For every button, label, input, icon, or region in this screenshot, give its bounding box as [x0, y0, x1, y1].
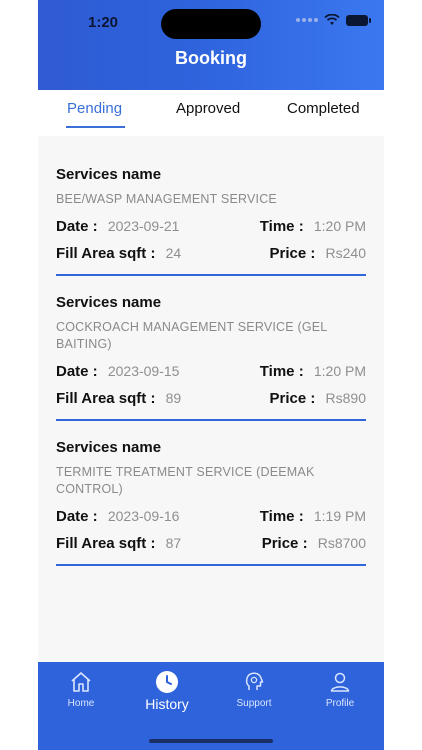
- bottom-tab-bar: Home History Support Profile: [38, 662, 384, 750]
- clock-icon: [156, 671, 178, 693]
- booking-card[interactable]: Services name BEE/WASP MANAGEMENT SERVIC…: [56, 166, 366, 276]
- nav-history[interactable]: History: [127, 670, 207, 712]
- service-name: COCKROACH MANAGEMENT SERVICE (GEL BAITIN…: [56, 320, 327, 351]
- signal-icon: [296, 18, 318, 22]
- home-indicator: [149, 739, 273, 743]
- price-value: Rs890: [325, 390, 366, 406]
- services-name-label: Services name: [56, 439, 162, 456]
- tab-approved[interactable]: Approved: [176, 100, 240, 117]
- nav-home[interactable]: Home: [41, 670, 121, 709]
- price-label: Price :: [269, 390, 320, 407]
- date-label: Date :: [56, 363, 102, 380]
- area-label: Fill Area sqft :: [56, 245, 160, 262]
- date-value: 2023-09-21: [107, 218, 180, 234]
- date-value: 2023-09-16: [107, 508, 180, 524]
- services-name-label: Services name: [56, 294, 162, 311]
- date-label: Date :: [56, 508, 102, 525]
- profile-icon: [330, 672, 350, 692]
- price-value: Rs8700: [317, 535, 366, 551]
- card-divider: [56, 274, 366, 276]
- nav-profile-label: Profile: [325, 698, 355, 709]
- date-time-row: Date : 2023-09-16 Time : 1:19 PM: [56, 508, 366, 525]
- booking-card[interactable]: Services name TERMITE TREATMENT SERVICE …: [56, 439, 366, 566]
- time-label: Time :: [259, 218, 308, 235]
- app-screen: 1:20 Booking Pending Approved Completed …: [38, 0, 384, 750]
- page-title: Booking: [175, 48, 247, 68]
- area-value: 89: [165, 390, 182, 406]
- area-label: Fill Area sqft :: [56, 535, 160, 552]
- time-label: Time :: [259, 508, 308, 525]
- time-value: 1:20 PM: [313, 218, 366, 234]
- tab-completed[interactable]: Completed: [287, 100, 360, 117]
- area-price-row: Fill Area sqft : 87 Price : Rs8700: [56, 535, 366, 552]
- area-value: 87: [165, 535, 182, 551]
- status-time: 1:20: [88, 14, 119, 31]
- time-value: 1:19 PM: [313, 508, 366, 524]
- nav-support-label: Support: [236, 698, 272, 709]
- battery-icon: [346, 14, 371, 26]
- services-name-label: Services name: [56, 166, 162, 183]
- area-price-row: Fill Area sqft : 89 Price : Rs890: [56, 390, 366, 407]
- area-value: 24: [165, 245, 182, 261]
- date-time-row: Date : 2023-09-15 Time : 1:20 PM: [56, 363, 366, 380]
- card-divider: [56, 419, 366, 421]
- nav-home-label: Home: [67, 698, 95, 709]
- wifi-icon: [324, 14, 340, 25]
- home-icon: [71, 672, 91, 692]
- booking-tabs: Pending Approved Completed: [38, 90, 384, 136]
- date-time-row: Date : 2023-09-21 Time : 1:20 PM: [56, 218, 366, 235]
- status-icons: [296, 14, 371, 26]
- date-label: Date :: [56, 218, 102, 235]
- price-label: Price :: [261, 535, 312, 552]
- price-label: Price :: [269, 245, 320, 262]
- date-value: 2023-09-15: [107, 363, 180, 379]
- time-label: Time :: [259, 363, 308, 380]
- active-tab-indicator: [66, 126, 125, 128]
- card-divider: [56, 564, 366, 566]
- nav-support[interactable]: Support: [214, 670, 294, 709]
- area-label: Fill Area sqft :: [56, 390, 160, 407]
- dynamic-island: [161, 9, 261, 39]
- area-price-row: Fill Area sqft : 24 Price : Rs240: [56, 245, 366, 262]
- nav-history-label: History: [145, 696, 189, 712]
- service-name: TERMITE TREATMENT SERVICE (DEEMAK CONTRO…: [56, 465, 315, 496]
- nav-profile[interactable]: Profile: [300, 670, 380, 709]
- booking-card[interactable]: Services name COCKROACH MANAGEMENT SERVI…: [56, 294, 366, 421]
- header-bar: 1:20 Booking: [38, 0, 384, 90]
- time-value: 1:20 PM: [313, 363, 366, 379]
- service-name: BEE/WASP MANAGEMENT SERVICE: [56, 192, 277, 206]
- price-value: Rs240: [325, 245, 366, 261]
- tab-pending[interactable]: Pending: [67, 100, 122, 117]
- support-icon: [245, 672, 264, 690]
